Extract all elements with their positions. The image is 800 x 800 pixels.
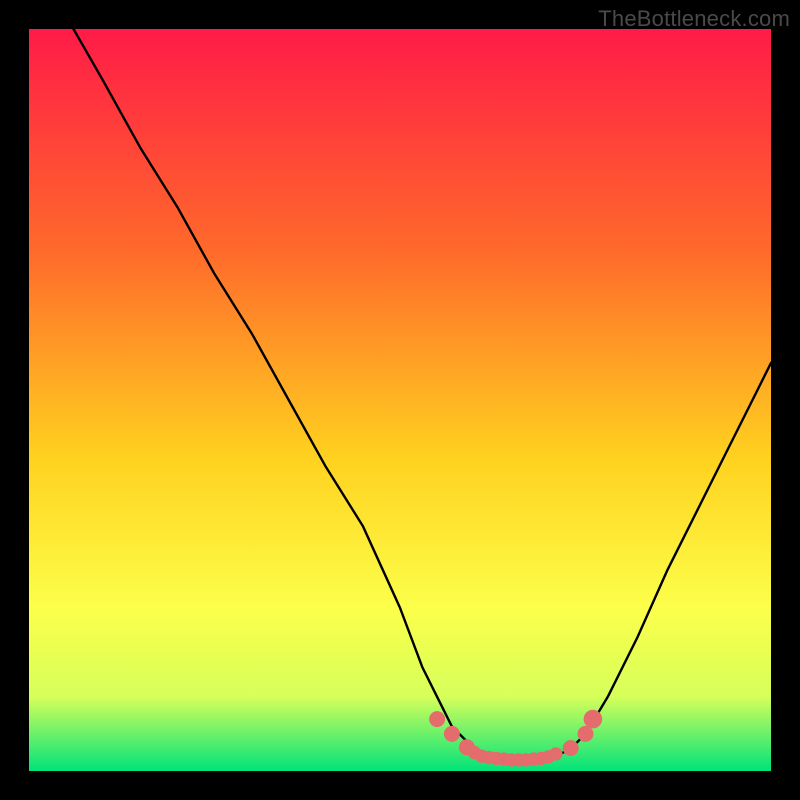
optimal-marker [429,711,445,727]
chart-frame: TheBottleneck.com [0,0,800,800]
optimal-marker [549,747,562,760]
optimal-marker [584,710,603,729]
optimal-marker [444,726,460,742]
optimal-marker [563,740,579,756]
gradient-background [29,29,771,771]
optimal-marker [578,726,594,742]
chart-plot-area [29,29,771,771]
chart-svg [29,29,771,771]
